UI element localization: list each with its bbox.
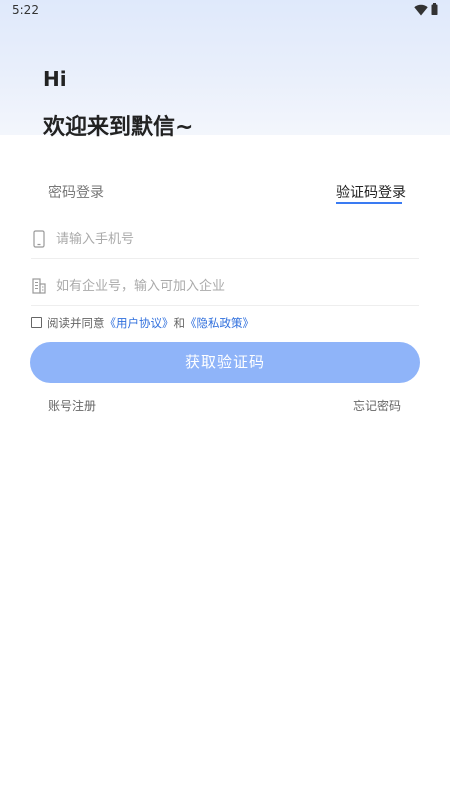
phone-icon	[33, 230, 45, 248]
phone-input[interactable]	[56, 228, 406, 250]
tab-code-login[interactable]: 验证码登录	[336, 182, 406, 202]
greeting-hi: Hi	[43, 67, 67, 91]
wifi-icon	[414, 4, 428, 16]
phone-field	[31, 220, 419, 259]
company-field	[31, 267, 419, 306]
greeting-welcome: 欢迎来到默信~	[43, 115, 194, 140]
get-code-button[interactable]: 获取验证码	[30, 342, 420, 383]
company-code-input[interactable]	[56, 275, 406, 297]
active-tab-indicator	[336, 202, 402, 204]
forgot-password-link[interactable]: 忘记密码	[353, 397, 401, 414]
user-agreement-link[interactable]: 《用户协议》	[105, 316, 174, 330]
tab-password-login[interactable]: 密码登录	[48, 182, 104, 202]
agreement-checkbox[interactable]	[31, 317, 42, 328]
agreement-and: 和	[173, 316, 186, 330]
register-link[interactable]: 账号注册	[48, 397, 96, 414]
status-time: 5:22	[12, 3, 39, 17]
battery-icon	[431, 3, 438, 15]
privacy-policy-link[interactable]: 《隐私政策》	[185, 316, 254, 330]
agreement-prefix: 阅读并同意	[47, 316, 105, 330]
status-bar: 5:22	[0, 0, 450, 20]
building-icon	[32, 278, 46, 294]
agreement-row: 阅读并同意《用户协议》和《隐私政策》	[31, 315, 254, 331]
